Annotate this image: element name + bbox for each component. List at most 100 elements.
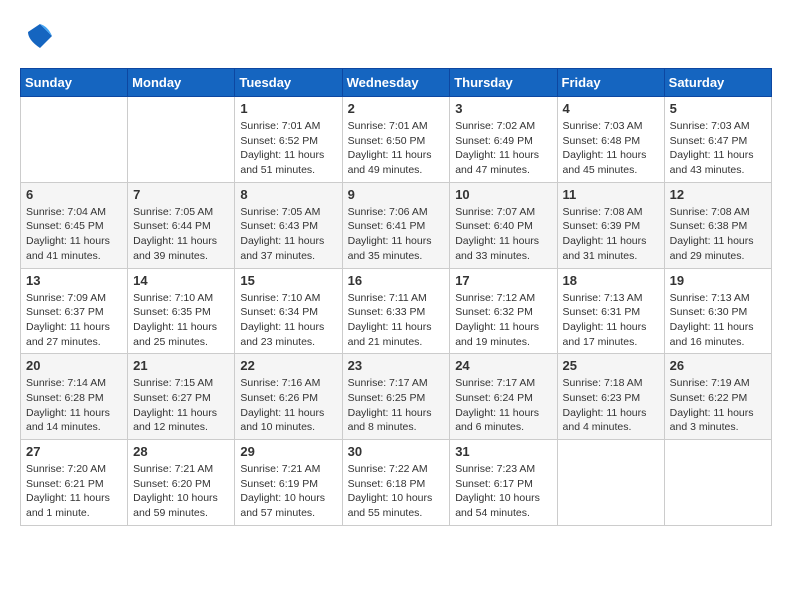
calendar-cell: 19 Sunrise: 7:13 AM Sunset: 6:30 PM Dayli… xyxy=(664,268,771,354)
day-number: 27 xyxy=(26,444,122,459)
calendar-cell: 26 Sunrise: 7:19 AM Sunset: 6:22 PM Dayli… xyxy=(664,354,771,440)
page-header xyxy=(20,20,772,52)
day-info: Sunrise: 7:21 AM Sunset: 6:20 PM Dayligh… xyxy=(133,462,229,521)
weekday-header-row: SundayMondayTuesdayWednesdayThursdayFrid… xyxy=(21,69,772,97)
weekday-header-cell: Saturday xyxy=(664,69,771,97)
calendar-cell: 8 Sunrise: 7:05 AM Sunset: 6:43 PM Daylig… xyxy=(235,182,342,268)
calendar-cell xyxy=(21,97,128,183)
calendar-cell: 29Sunrise: 7:21 AM Sunset: 6:19 PM Dayli… xyxy=(235,440,342,526)
calendar-week-row: 6 Sunrise: 7:04 AM Sunset: 6:45 PM Daylig… xyxy=(21,182,772,268)
weekday-header-cell: Sunday xyxy=(21,69,128,97)
day-info: Sunrise: 7:17 AM Sunset: 6:24 PM Dayligh… xyxy=(455,376,551,435)
day-number: 6 xyxy=(26,187,122,202)
calendar-cell: 11 Sunrise: 7:08 AM Sunset: 6:39 PM Dayli… xyxy=(557,182,664,268)
day-number: 16 xyxy=(348,273,445,288)
day-info: Sunrise: 7:15 AM Sunset: 6:27 PM Dayligh… xyxy=(133,376,229,435)
day-info: Sunrise: 7:11 AM Sunset: 6:33 PM Dayligh… xyxy=(348,291,445,350)
day-info: Sunrise: 7:03 AM Sunset: 6:48 PM Dayligh… xyxy=(563,119,659,178)
day-number: 20 xyxy=(26,358,122,373)
logo-icon xyxy=(24,20,56,52)
calendar-header: SundayMondayTuesdayWednesdayThursdayFrid… xyxy=(21,69,772,97)
day-info: Sunrise: 7:16 AM Sunset: 6:26 PM Dayligh… xyxy=(240,376,336,435)
day-info: Sunrise: 7:02 AM Sunset: 6:49 PM Dayligh… xyxy=(455,119,551,178)
day-info: Sunrise: 7:01 AM Sunset: 6:50 PM Dayligh… xyxy=(348,119,445,178)
day-number: 26 xyxy=(670,358,766,373)
day-info: Sunrise: 7:18 AM Sunset: 6:23 PM Dayligh… xyxy=(563,376,659,435)
day-number: 29 xyxy=(240,444,336,459)
calendar-cell: 21 Sunrise: 7:15 AM Sunset: 6:27 PM Dayli… xyxy=(128,354,235,440)
day-info: Sunrise: 7:03 AM Sunset: 6:47 PM Dayligh… xyxy=(670,119,766,178)
day-info: Sunrise: 7:05 AM Sunset: 6:44 PM Dayligh… xyxy=(133,205,229,264)
calendar-cell: 14Sunrise: 7:10 AM Sunset: 6:35 PM Dayli… xyxy=(128,268,235,354)
day-number: 21 xyxy=(133,358,229,373)
weekday-header-cell: Monday xyxy=(128,69,235,97)
day-number: 31 xyxy=(455,444,551,459)
day-number: 11 xyxy=(563,187,659,202)
weekday-header-cell: Tuesday xyxy=(235,69,342,97)
day-number: 5 xyxy=(670,101,766,116)
day-number: 23 xyxy=(348,358,445,373)
calendar-cell: 20 Sunrise: 7:14 AM Sunset: 6:28 PM Dayli… xyxy=(21,354,128,440)
calendar-cell: 7 Sunrise: 7:05 AM Sunset: 6:44 PM Daylig… xyxy=(128,182,235,268)
calendar-cell: 4 Sunrise: 7:03 AM Sunset: 6:48 PM Daylig… xyxy=(557,97,664,183)
calendar-cell: 10 Sunrise: 7:07 AM Sunset: 6:40 PM Dayli… xyxy=(450,182,557,268)
calendar-cell: 3 Sunrise: 7:02 AM Sunset: 6:49 PM Daylig… xyxy=(450,97,557,183)
calendar-cell xyxy=(664,440,771,526)
day-number: 22 xyxy=(240,358,336,373)
day-info: Sunrise: 7:04 AM Sunset: 6:45 PM Dayligh… xyxy=(26,205,122,264)
day-number: 28 xyxy=(133,444,229,459)
calendar-cell: 24 Sunrise: 7:17 AM Sunset: 6:24 PM Dayli… xyxy=(450,354,557,440)
day-info: Sunrise: 7:06 AM Sunset: 6:41 PM Dayligh… xyxy=(348,205,445,264)
weekday-header-cell: Thursday xyxy=(450,69,557,97)
calendar-week-row: 13Sunrise: 7:09 AM Sunset: 6:37 PM Dayli… xyxy=(21,268,772,354)
calendar-cell xyxy=(128,97,235,183)
day-info: Sunrise: 7:01 AM Sunset: 6:52 PM Dayligh… xyxy=(240,119,336,178)
day-info: Sunrise: 7:23 AM Sunset: 6:17 PM Dayligh… xyxy=(455,462,551,521)
calendar-cell: 22 Sunrise: 7:16 AM Sunset: 6:26 PM Dayli… xyxy=(235,354,342,440)
day-number: 19 xyxy=(670,273,766,288)
day-info: Sunrise: 7:13 AM Sunset: 6:30 PM Dayligh… xyxy=(670,291,766,350)
day-number: 24 xyxy=(455,358,551,373)
day-number: 10 xyxy=(455,187,551,202)
logo xyxy=(20,20,56,52)
calendar-body: 1 Sunrise: 7:01 AM Sunset: 6:52 PM Daylig… xyxy=(21,97,772,526)
day-info: Sunrise: 7:10 AM Sunset: 6:34 PM Dayligh… xyxy=(240,291,336,350)
day-info: Sunrise: 7:05 AM Sunset: 6:43 PM Dayligh… xyxy=(240,205,336,264)
day-info: Sunrise: 7:13 AM Sunset: 6:31 PM Dayligh… xyxy=(563,291,659,350)
calendar-cell: 31 Sunrise: 7:23 AM Sunset: 6:17 PM Dayli… xyxy=(450,440,557,526)
day-number: 2 xyxy=(348,101,445,116)
day-number: 8 xyxy=(240,187,336,202)
day-number: 1 xyxy=(240,101,336,116)
weekday-header-cell: Friday xyxy=(557,69,664,97)
day-info: Sunrise: 7:17 AM Sunset: 6:25 PM Dayligh… xyxy=(348,376,445,435)
calendar-cell: 5 Sunrise: 7:03 AM Sunset: 6:47 PM Daylig… xyxy=(664,97,771,183)
day-number: 7 xyxy=(133,187,229,202)
day-info: Sunrise: 7:08 AM Sunset: 6:39 PM Dayligh… xyxy=(563,205,659,264)
day-info: Sunrise: 7:19 AM Sunset: 6:22 PM Dayligh… xyxy=(670,376,766,435)
day-info: Sunrise: 7:14 AM Sunset: 6:28 PM Dayligh… xyxy=(26,376,122,435)
calendar-cell: 28 Sunrise: 7:21 AM Sunset: 6:20 PM Dayli… xyxy=(128,440,235,526)
day-info: Sunrise: 7:09 AM Sunset: 6:37 PM Dayligh… xyxy=(26,291,122,350)
calendar-cell xyxy=(557,440,664,526)
calendar-cell: 12Sunrise: 7:08 AM Sunset: 6:38 PM Dayli… xyxy=(664,182,771,268)
calendar-cell: 15 Sunrise: 7:10 AM Sunset: 6:34 PM Dayli… xyxy=(235,268,342,354)
calendar-week-row: 1 Sunrise: 7:01 AM Sunset: 6:52 PM Daylig… xyxy=(21,97,772,183)
weekday-header-cell: Wednesday xyxy=(342,69,450,97)
calendar-cell: 1 Sunrise: 7:01 AM Sunset: 6:52 PM Daylig… xyxy=(235,97,342,183)
day-info: Sunrise: 7:07 AM Sunset: 6:40 PM Dayligh… xyxy=(455,205,551,264)
day-number: 17 xyxy=(455,273,551,288)
calendar-cell: 9Sunrise: 7:06 AM Sunset: 6:41 PM Daylig… xyxy=(342,182,450,268)
calendar-table: SundayMondayTuesdayWednesdayThursdayFrid… xyxy=(20,68,772,526)
calendar-cell: 27 Sunrise: 7:20 AM Sunset: 6:21 PM Dayli… xyxy=(21,440,128,526)
day-number: 4 xyxy=(563,101,659,116)
day-number: 3 xyxy=(455,101,551,116)
day-number: 14 xyxy=(133,273,229,288)
day-number: 12 xyxy=(670,187,766,202)
day-number: 18 xyxy=(563,273,659,288)
day-info: Sunrise: 7:22 AM Sunset: 6:18 PM Dayligh… xyxy=(348,462,445,521)
day-number: 15 xyxy=(240,273,336,288)
calendar-cell: 30Sunrise: 7:22 AM Sunset: 6:18 PM Dayli… xyxy=(342,440,450,526)
day-info: Sunrise: 7:12 AM Sunset: 6:32 PM Dayligh… xyxy=(455,291,551,350)
calendar-week-row: 27 Sunrise: 7:20 AM Sunset: 6:21 PM Dayli… xyxy=(21,440,772,526)
day-info: Sunrise: 7:20 AM Sunset: 6:21 PM Dayligh… xyxy=(26,462,122,521)
